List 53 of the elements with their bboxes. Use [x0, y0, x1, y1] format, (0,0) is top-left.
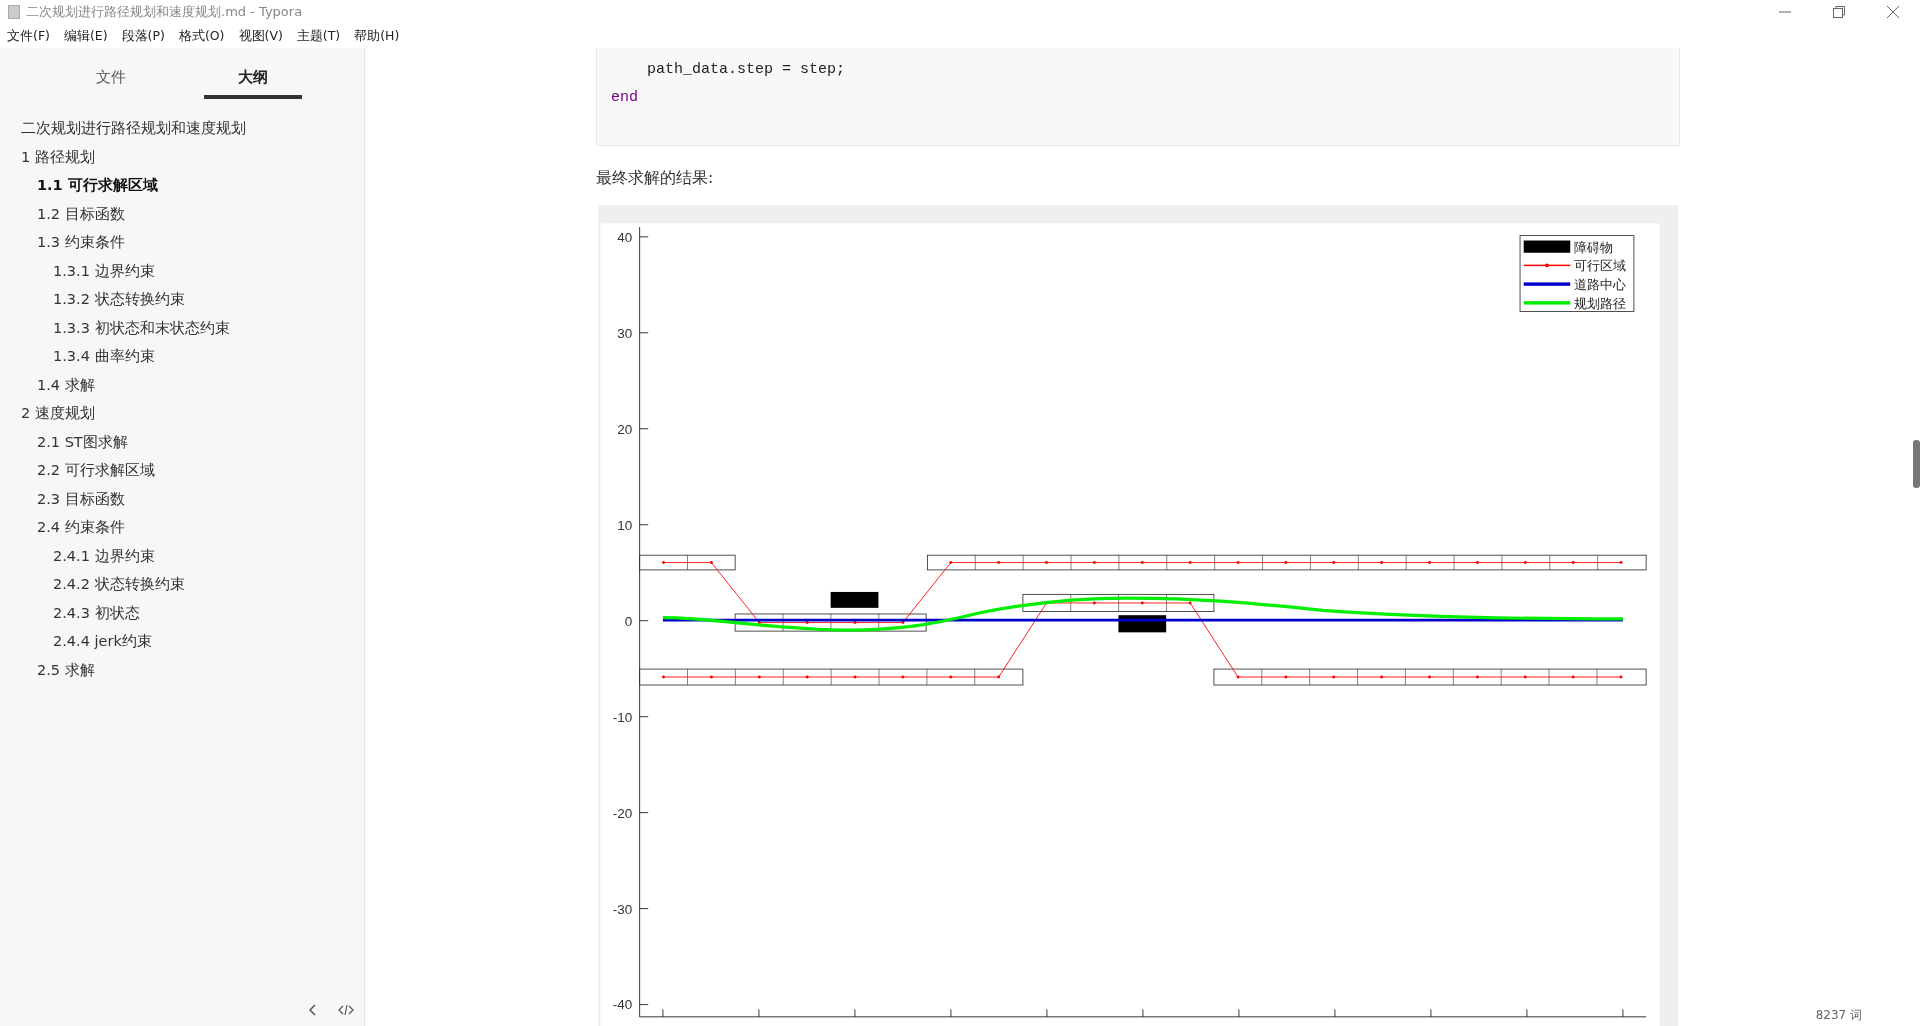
outline-item[interactable]: 2.1 ST图求解: [0, 427, 364, 456]
collapse-sidebar-icon[interactable]: [308, 1003, 318, 1017]
axis-tick-label: 40: [617, 229, 633, 245]
legend-label: 道路中心: [1573, 277, 1626, 292]
menu-item[interactable]: 编辑(E): [63, 27, 108, 45]
sidebar-tab[interactable]: 文件: [62, 62, 160, 99]
legend-label: 障碍物: [1573, 239, 1613, 255]
code-line: path_data.step = step;: [646, 60, 847, 80]
menu-item[interactable]: 文件(F): [7, 27, 50, 45]
menu-item[interactable]: 段落(P): [121, 27, 165, 45]
outline-item[interactable]: 2 速度规划: [0, 399, 364, 428]
outline-item[interactable]: 二次规划进行路径规划和速度规划: [0, 114, 364, 143]
outline-item[interactable]: 1.4 求解: [0, 370, 364, 399]
outline-item[interactable]: 1.3.3 初状态和末状态约束: [0, 313, 364, 342]
outline-item[interactable]: 2.3 目标函数: [0, 484, 364, 513]
outline-item[interactable]: 1.2 目标函数: [0, 199, 364, 228]
axis-tick-label: -30: [612, 901, 633, 917]
axis-tick-label: 10: [617, 517, 633, 533]
axis-tick-label: 20: [617, 421, 633, 437]
sidebar-tab[interactable]: 大纲: [204, 62, 302, 99]
axis-tick-label: -20: [612, 805, 633, 821]
outline-item[interactable]: 2.4.2 状态转换约束: [0, 570, 364, 599]
axis-tick-label: 30: [617, 325, 633, 341]
axis-tick-label: -10: [612, 709, 633, 725]
outline-item[interactable]: 2.5 求解: [0, 655, 364, 684]
word-count[interactable]: 8237 词: [1815, 1007, 1862, 1024]
outline-item[interactable]: 1 路径规划: [0, 142, 364, 171]
outline-item[interactable]: 1.1 可行求解区域: [0, 171, 364, 200]
outline-item[interactable]: 1.3.4 曲率约束: [0, 342, 364, 371]
outline-item[interactable]: 2.4 约束条件: [0, 513, 364, 542]
legend-label: 可行区域: [1573, 258, 1626, 274]
paragraph: 最终求解的结果:: [596, 168, 715, 189]
menu-item[interactable]: 主题(T): [296, 27, 341, 45]
outline-item[interactable]: 2.4.3 初状态: [0, 598, 364, 627]
restore-icon[interactable]: [1832, 5, 1846, 19]
outline-item[interactable]: 2.2 可行求解区域: [0, 456, 364, 485]
source-code-icon[interactable]: [338, 1003, 354, 1017]
outline-item[interactable]: 1.3.1 边界约束: [0, 256, 364, 285]
menu-item[interactable]: 视图(V): [238, 27, 283, 45]
app-icon: [8, 5, 20, 19]
axis-tick-label: -40: [612, 997, 633, 1013]
code-line: end: [611, 88, 639, 108]
menu-item[interactable]: 格式(O): [178, 27, 225, 45]
outline-item[interactable]: 1.3 约束条件: [0, 228, 364, 257]
outline-item[interactable]: 2.4.4 jerk约束: [0, 627, 364, 656]
axis-tick-label: 0: [624, 613, 633, 629]
scrollbar-thumb[interactable]: [1913, 440, 1920, 488]
outline-item[interactable]: 1.3.2 状态转换约束: [0, 285, 364, 314]
window-title: 二次规划进行路径规划和速度规划.md - Typora: [26, 3, 303, 21]
menu-item[interactable]: 帮助(H): [354, 27, 400, 45]
legend-label: 规划路径: [1573, 295, 1626, 311]
outline-item[interactable]: 2.4.1 边界约束: [0, 541, 364, 570]
close-icon[interactable]: [1886, 5, 1900, 19]
